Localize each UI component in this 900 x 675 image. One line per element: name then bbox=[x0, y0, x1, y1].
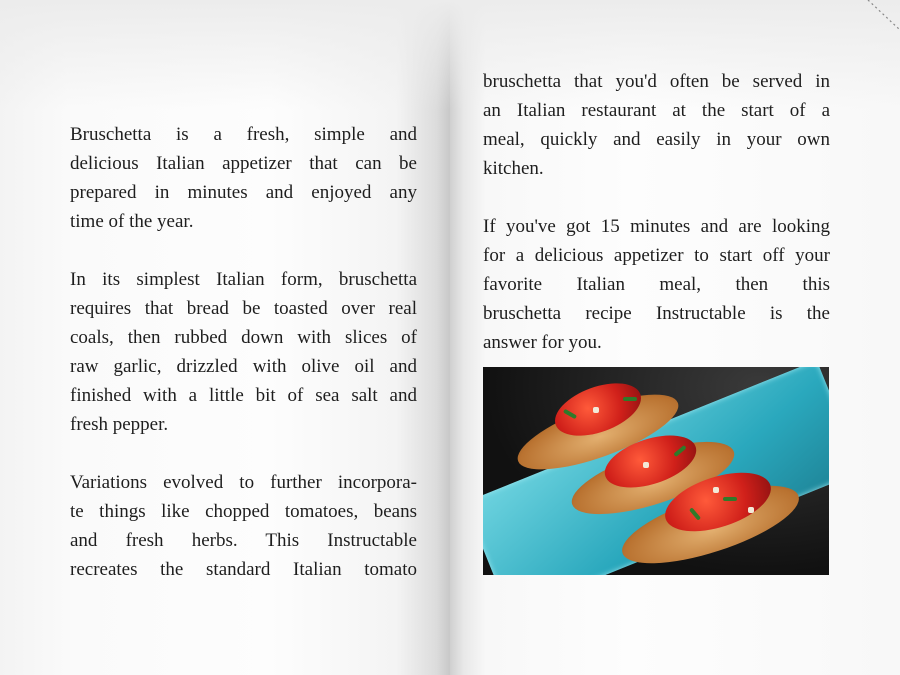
text-line: fresh pepper. bbox=[70, 414, 169, 435]
text-line: for a delicious appetizer to start off y… bbox=[483, 245, 830, 266]
text-line: meal, quickly and easily in your own bbox=[483, 129, 830, 150]
text-line: Variations evolved to further incorpora- bbox=[70, 472, 417, 493]
paragraph: Variations evolved to further incorpora-… bbox=[70, 468, 417, 584]
text-line: prepared in minutes and enjoyed any bbox=[70, 182, 417, 203]
text-line: answer for you. bbox=[483, 332, 602, 353]
left-page[interactable]: Bruschetta is a fresh, simple and delicio… bbox=[0, 0, 450, 675]
text-line: Bruschetta is a fresh, simple and bbox=[70, 124, 417, 145]
text-line: and fresh herbs. This Instructable bbox=[70, 530, 417, 551]
right-page-text: bruschetta that you'd often be served in… bbox=[483, 67, 830, 386]
text-line: time of the year. bbox=[70, 211, 194, 232]
text-line: an Italian restaurant at the start of a bbox=[483, 100, 830, 121]
paragraph: In its simplest Italian form, bruschetta… bbox=[70, 265, 417, 439]
text-line: te things like chopped tomatoes, beans bbox=[70, 501, 417, 522]
paragraph: Bruschetta is a fresh, simple and delicio… bbox=[70, 120, 417, 236]
bruschetta-photo bbox=[483, 367, 829, 575]
paragraph: If you've got 15 minutes and are looking… bbox=[483, 212, 830, 357]
text-line: raw garlic, drizzled with olive oil and bbox=[70, 356, 417, 377]
text-line: If you've got 15 minutes and are looking bbox=[483, 216, 830, 237]
text-line: finished with a little bit of sea salt a… bbox=[70, 385, 417, 406]
right-page[interactable]: bruschetta that you'd often be served in… bbox=[450, 0, 900, 675]
text-line: kitchen. bbox=[483, 158, 544, 179]
text-line: In its simplest Italian form, bruschetta bbox=[70, 269, 417, 290]
text-line: recreates the standard Italian tomato bbox=[70, 559, 417, 580]
text-line: bruschetta recipe Instructable is the bbox=[483, 303, 830, 324]
text-line: requires that bread be toasted over real bbox=[70, 298, 417, 319]
paragraph: bruschetta that you'd often be served in… bbox=[483, 67, 830, 183]
left-page-text: Bruschetta is a fresh, simple and delicio… bbox=[70, 120, 417, 613]
text-line: delicious Italian appetizer that can be bbox=[70, 153, 417, 174]
text-line: coals, then rubbed down with slices of bbox=[70, 327, 417, 348]
dog-ear-corner-icon[interactable] bbox=[860, 0, 900, 40]
text-line: favorite Italian meal, then this bbox=[483, 274, 830, 295]
text-line: bruschetta that you'd often be served in bbox=[483, 71, 830, 92]
